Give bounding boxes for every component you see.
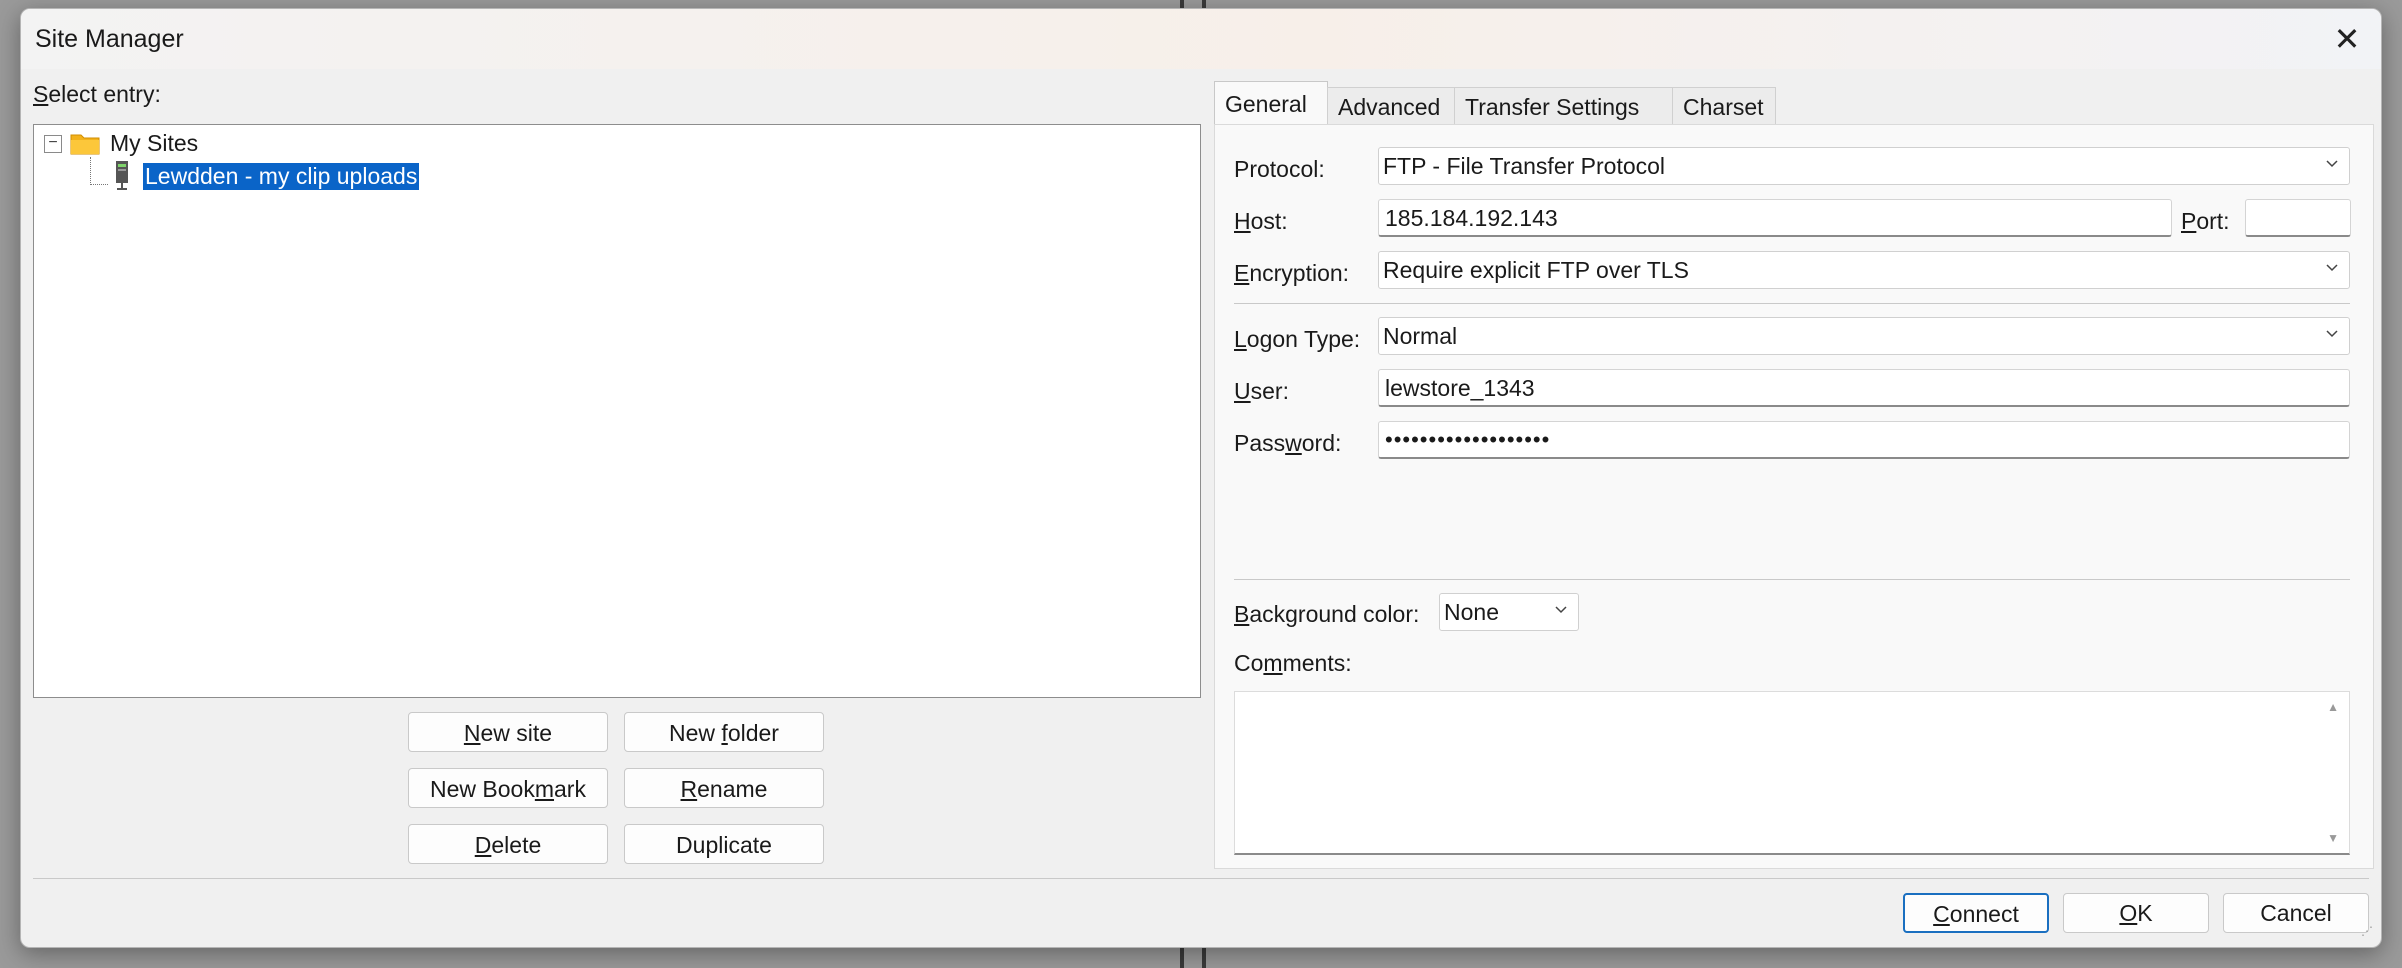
new-site-button[interactable]: New site	[408, 712, 608, 752]
tab-advanced[interactable]: Advanced	[1327, 87, 1455, 126]
chevron-down-icon	[1555, 606, 1567, 614]
tree-item-my-sites[interactable]: My Sites	[110, 130, 198, 157]
tab-general[interactable]: General	[1214, 81, 1328, 126]
logon-type-label: Logon Type:	[1234, 326, 1361, 352]
encryption-label: Encryption:	[1234, 260, 1350, 286]
window-title: Site Manager	[35, 25, 184, 53]
scroll-up-icon[interactable]: ▲	[2327, 700, 2339, 714]
general-panel: Protocol: FTP - File Transfer Protocol H…	[1214, 124, 2374, 869]
close-icon[interactable]: ✕	[2327, 19, 2367, 59]
background-color-select[interactable]: None	[1439, 593, 1579, 631]
scroll-down-icon[interactable]: ▼	[2327, 831, 2339, 845]
tree-connector	[90, 157, 91, 185]
tree-item-site[interactable]: Lewdden - my clip uploads	[141, 162, 421, 191]
tab-transfer-settings[interactable]: Transfer Settings	[1454, 87, 1673, 126]
encryption-select[interactable]: Require explicit FTP over TLS	[1378, 251, 2350, 289]
port-input[interactable]	[2245, 199, 2351, 237]
title-bar: Site Manager ✕	[21, 9, 2381, 69]
ok-button[interactable]: OK	[2063, 893, 2209, 933]
host-label: Host:	[1234, 208, 1288, 234]
delete-button[interactable]: Delete	[408, 824, 608, 864]
port-label: Port:	[2181, 208, 2230, 234]
user-label: User:	[1234, 378, 1289, 404]
chevron-down-icon	[2326, 264, 2338, 272]
background-color-label: Background color:	[1234, 601, 1420, 627]
folder-icon	[70, 134, 100, 155]
host-input[interactable]: 185.184.192.143	[1378, 199, 2172, 237]
site-manager-dialog: Site Manager ✕ Select entry: − My Sites …	[20, 8, 2382, 948]
server-icon	[116, 161, 128, 190]
new-bookmark-button[interactable]: New Bookmark	[408, 768, 608, 808]
new-folder-button[interactable]: New folder	[624, 712, 824, 752]
logon-type-select[interactable]: Normal	[1378, 317, 2350, 355]
password-input[interactable]: •••••••••••••••••••	[1378, 421, 2350, 459]
chevron-down-icon	[2326, 160, 2338, 168]
password-label: Password:	[1234, 430, 1342, 456]
footer-separator	[33, 878, 2369, 879]
select-entry-label: Select entry:	[33, 81, 161, 107]
chevron-down-icon	[2326, 330, 2338, 338]
site-tree[interactable]: − My Sites Lewdden - my clip uploads	[33, 124, 1201, 698]
collapse-toggle-icon[interactable]: −	[44, 135, 62, 153]
protocol-select[interactable]: FTP - File Transfer Protocol	[1378, 147, 2350, 185]
cancel-button[interactable]: Cancel	[2223, 893, 2369, 933]
rename-button[interactable]: Rename	[624, 768, 824, 808]
tree-connector	[90, 184, 108, 185]
user-input[interactable]: lewstore_1343	[1378, 369, 2350, 407]
protocol-label: Protocol:	[1234, 156, 1325, 182]
comments-label: Comments:	[1234, 650, 1352, 676]
duplicate-button[interactable]: Duplicate	[624, 824, 824, 864]
separator	[1234, 579, 2350, 580]
connect-button[interactable]: Connect	[1903, 893, 2049, 933]
separator	[1234, 303, 2350, 304]
tab-charset[interactable]: Charset	[1672, 87, 1776, 126]
resize-grip-icon[interactable]: ⋰	[2361, 925, 2377, 943]
comments-textarea[interactable]: ▲ ▼	[1234, 691, 2350, 855]
